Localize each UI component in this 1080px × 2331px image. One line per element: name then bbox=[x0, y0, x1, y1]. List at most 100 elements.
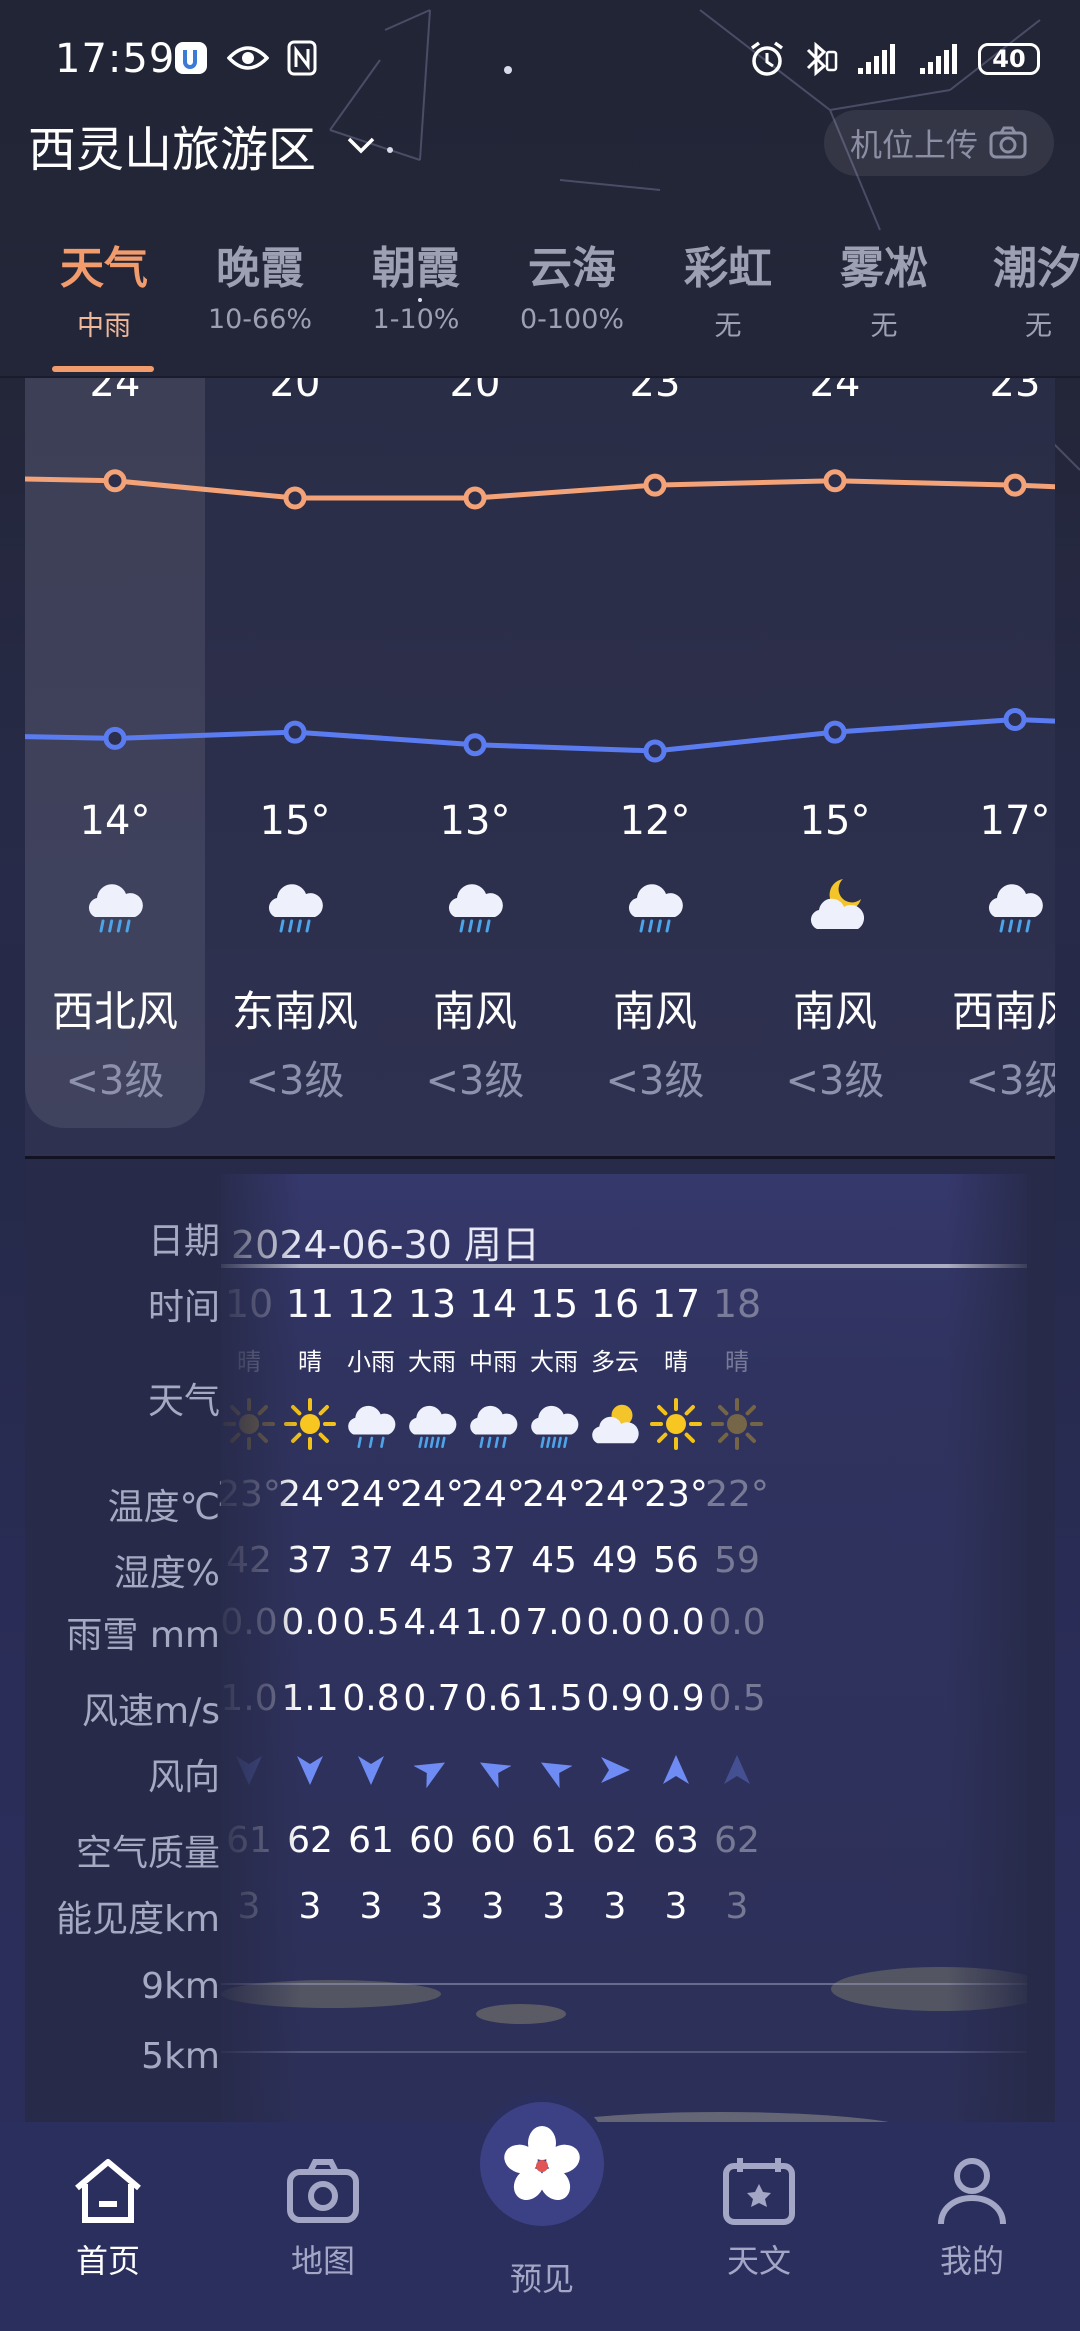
low-temp-point bbox=[283, 720, 307, 744]
low-temp-label: 15° bbox=[799, 798, 871, 844]
row-label-weather: 天气 bbox=[147, 1381, 220, 1422]
wind-speed-value: 0.5 bbox=[708, 1678, 766, 1719]
heavy-rain-icon bbox=[404, 1396, 460, 1452]
bluetooth-icon bbox=[806, 41, 838, 77]
date-underline bbox=[221, 1264, 1027, 1268]
tab-sub: 无 bbox=[870, 311, 898, 342]
scroll-fade-left bbox=[221, 1174, 301, 2160]
arrow-northwest-icon bbox=[536, 1752, 573, 1789]
tab-label: 潮汐 bbox=[993, 243, 1080, 294]
low-temp-label: 12° bbox=[619, 798, 691, 844]
nav-label: 首页 bbox=[75, 2242, 140, 2280]
temperature-value: 22° bbox=[705, 1474, 769, 1515]
wind-direction-label: 南风 bbox=[792, 987, 877, 1036]
high-temp-point bbox=[823, 469, 847, 493]
tab-label: 彩虹 bbox=[684, 243, 772, 294]
low-temp-point bbox=[1003, 708, 1027, 731]
tab-sunset-glow[interactable]: 晚霞 10-66% bbox=[185, 232, 335, 335]
rain-cloud-icon bbox=[263, 873, 327, 937]
tab-tide[interactable]: 潮汐无 bbox=[965, 232, 1080, 343]
nav-label: 天文 bbox=[726, 2242, 791, 2280]
user-icon bbox=[938, 2158, 1006, 2225]
nav-profile[interactable]: 我的 bbox=[907, 2152, 1037, 2282]
wind-level-label: <3级 bbox=[65, 1058, 165, 1104]
status-time: 17:59 bbox=[55, 36, 176, 82]
visibility-axis-9km: 9km bbox=[141, 1966, 220, 2007]
low-temp-line bbox=[25, 716, 1055, 754]
visibility-value: 3 bbox=[725, 1886, 749, 1927]
low-temp-label: 13° bbox=[439, 798, 511, 844]
low-temp-label: 14° bbox=[79, 798, 151, 844]
tab-label: 云海 bbox=[528, 243, 616, 294]
alarm-icon bbox=[750, 41, 784, 76]
low-temp-label: 15° bbox=[259, 798, 331, 844]
high-temp-label: 23 bbox=[989, 378, 1041, 406]
wind-direction-label: 南风 bbox=[612, 987, 697, 1036]
battery-icon: 40 bbox=[978, 43, 1040, 75]
sun-icon bbox=[709, 1396, 765, 1452]
signal-icon bbox=[920, 44, 957, 74]
upload-spot-button[interactable]: 机位上传 bbox=[823, 110, 1054, 176]
tab-rainbow[interactable]: 彩虹无 bbox=[653, 232, 803, 343]
wind-level-label: <3级 bbox=[965, 1058, 1055, 1104]
nav-home[interactable]: 首页 bbox=[43, 2152, 173, 2282]
low-temp-point bbox=[463, 733, 487, 757]
high-temp-label: 24 bbox=[89, 378, 141, 406]
tab-sub: 1-10% bbox=[372, 304, 460, 335]
wind-direction-label: 南风 bbox=[432, 987, 517, 1036]
hour-label: 18 bbox=[712, 1282, 762, 1326]
condition-label: 晴 bbox=[725, 1348, 749, 1376]
high-temp-point bbox=[463, 486, 487, 510]
tab-cloud-sea[interactable]: 云海 0-100% bbox=[497, 232, 647, 335]
high-temp-point bbox=[643, 473, 667, 497]
camera-icon bbox=[287, 2159, 359, 2223]
high-temp-label: 20 bbox=[269, 378, 321, 406]
air-quality-value: 62 bbox=[714, 1820, 760, 1861]
high-temp-point bbox=[1003, 473, 1027, 497]
wind-level-label: <3级 bbox=[425, 1058, 525, 1104]
rain-cloud-icon bbox=[443, 873, 507, 937]
row-label-air-quality: 空气质量 bbox=[75, 1833, 220, 1874]
arrow-down-icon bbox=[353, 1752, 389, 1788]
low-temp-point bbox=[823, 720, 847, 744]
high-temp-label: 23 bbox=[629, 378, 681, 406]
low-temp-point bbox=[643, 739, 667, 763]
low-temp-label: 17° bbox=[979, 798, 1051, 844]
moderate-rain-icon bbox=[465, 1396, 521, 1452]
calendar-star-icon bbox=[723, 2158, 795, 2225]
hourly-forecast[interactable]: 24 14° 西北风 <3级 20 15° 东南风 <3级 20 13° 南风 … bbox=[25, 378, 1055, 1158]
tab-sub: 10-66% bbox=[207, 304, 313, 335]
moon-cloud-icon bbox=[803, 873, 867, 937]
location-selector[interactable]: 西灵山旅游区 bbox=[28, 110, 376, 180]
eye-icon bbox=[227, 46, 269, 70]
high-temp-line bbox=[25, 476, 1055, 501]
rain-cloud-icon bbox=[983, 873, 1047, 937]
nav-astronomy[interactable]: 天文 bbox=[694, 2152, 824, 2282]
tab-sub: 无 bbox=[714, 311, 742, 342]
humidity-value: 59 bbox=[714, 1540, 760, 1581]
row-label-precipitation: 雨雪 mm bbox=[66, 1615, 220, 1656]
tab-sub: 中雨 bbox=[77, 311, 131, 342]
low-temp-point bbox=[103, 726, 127, 750]
chevron-down-icon bbox=[347, 137, 375, 154]
high-temp-point bbox=[103, 469, 127, 493]
tab-sub: 无 bbox=[1025, 311, 1052, 342]
arrow-northwest-icon bbox=[475, 1752, 512, 1789]
light-rain-icon bbox=[343, 1396, 399, 1452]
tab-weather[interactable]: 天气 中雨 bbox=[29, 232, 179, 343]
wind-level-label: <3级 bbox=[785, 1058, 885, 1104]
upload-spot-label: 机位上传 bbox=[849, 126, 978, 164]
wind-level-label: <3级 bbox=[605, 1058, 705, 1104]
hourly-detail-table[interactable]: 日期 时间 天气 温度℃ 湿度% 雨雪 mm 风速m/s 风向 空气质量 能见度… bbox=[25, 1160, 1055, 2160]
tab-label: 天气 bbox=[60, 243, 148, 294]
tab-rime[interactable]: 雾凇无 bbox=[809, 232, 959, 343]
nav-map[interactable]: 地图 bbox=[258, 2152, 388, 2282]
tab-morning-glow[interactable]: 朝霞 1-10% bbox=[341, 232, 491, 335]
tab-label: 雾凇 bbox=[840, 243, 928, 294]
wind-direction-label: 西北风 bbox=[51, 987, 178, 1036]
camera-icon bbox=[989, 126, 1027, 159]
hourly-scroll-panel[interactable]: 2024-06-30 周日 10 晴 23°420.01.061311 晴 24… bbox=[217, 1174, 1027, 2160]
nav-forecast-button[interactable] bbox=[480, 2102, 604, 2226]
nav-label: 我的 bbox=[939, 2242, 1004, 2280]
row-label-date: 日期 bbox=[147, 1221, 220, 1262]
